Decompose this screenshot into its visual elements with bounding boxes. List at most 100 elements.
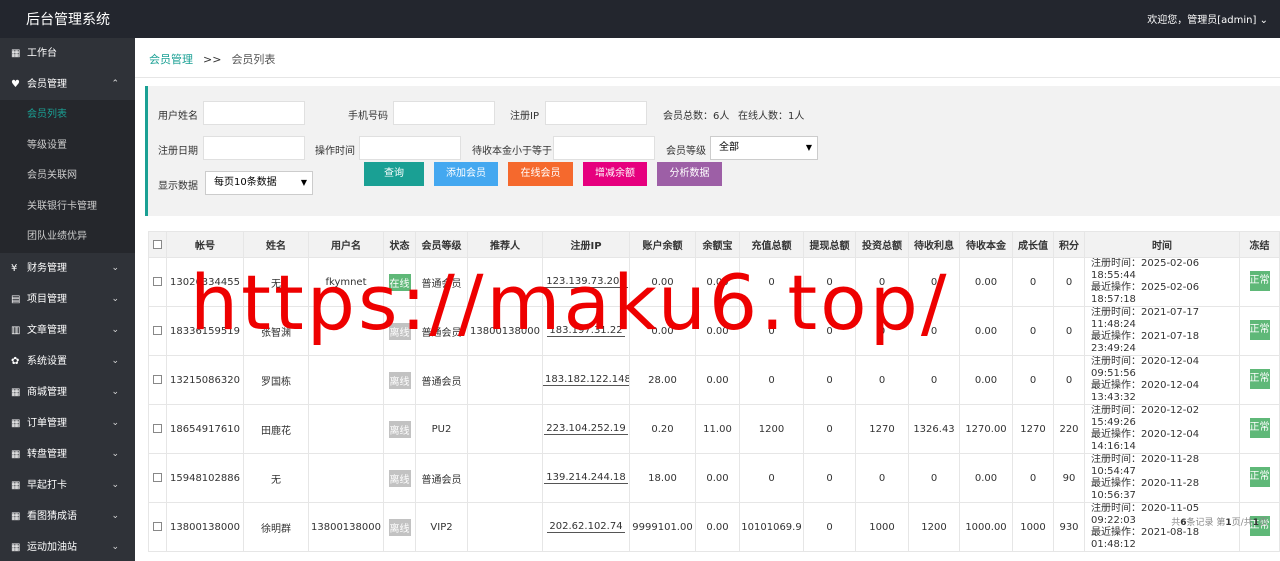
referrer-cell — [467, 453, 543, 503]
sidebar-item-10[interactable]: ▦ 看图猜成语 ⌄ — [0, 501, 135, 532]
column-header: 姓名 — [243, 231, 309, 258]
query-button[interactable]: 查询 — [364, 162, 424, 186]
freeze-toggle-button[interactable]: 正常 — [1249, 270, 1270, 291]
ip-link[interactable]: 223.104.252.19 — [544, 423, 628, 435]
username-input[interactable] — [203, 101, 305, 125]
sidebar-item-2[interactable]: ¥ 财务管理 ⌄ — [0, 253, 135, 284]
submenu-item-4[interactable]: 团队业绩优异 — [0, 222, 135, 253]
recharge-cell: 0 — [739, 257, 804, 307]
sidebar-item-6[interactable]: ▦ 商城管理 ⌄ — [0, 377, 135, 408]
ip-link[interactable]: 139.214.244.18 — [544, 472, 628, 484]
sidebar-item-4[interactable]: ▥ 文章管理 ⌄ — [0, 315, 135, 346]
member-icon: ♥ — [11, 79, 20, 90]
sidebar-item-label: 商城管理 — [27, 386, 67, 398]
row-checkbox[interactable] — [153, 277, 162, 286]
add-member-button[interactable]: 添加会员 — [434, 162, 498, 186]
submenu-item-2[interactable]: 会员关联网 — [0, 161, 135, 192]
sidebar-item-1[interactable]: ♥ 会员管理 ⌃ — [0, 69, 135, 100]
submenu-item-0[interactable]: 会员列表 — [0, 100, 135, 131]
breadcrumb-parent[interactable]: 会员管理 — [149, 53, 193, 66]
reg-date-input[interactable] — [203, 136, 305, 160]
user-menu[interactable]: 欢迎您，管理员[admin] ⌄ — [1147, 11, 1268, 26]
display-select[interactable]: 每页10条数据 ▼ — [205, 171, 313, 195]
row-checkbox[interactable] — [153, 522, 162, 531]
select-all-checkbox-cell — [148, 231, 167, 258]
table-row: 18654917610 田鹿花 离线 PU2 223.104.252.19 0.20 11.… — [148, 404, 1280, 454]
chevron-icon: ⌄ — [111, 541, 119, 552]
row-checkbox[interactable] — [153, 473, 162, 482]
chevron-icon: ⌄ — [111, 355, 119, 366]
adjust-balance-button[interactable]: 增减余额 — [583, 162, 647, 186]
chevron-icon: ⌄ — [111, 386, 119, 397]
time-cell: 注册时间：2020-12-04 09:51:56 最近操作：2020-12-04 … — [1084, 355, 1240, 405]
invest-cell: 0 — [855, 306, 909, 356]
invest-cell: 0 — [855, 257, 909, 307]
level-label: 会员等级 — [666, 146, 706, 157]
row-checkbox[interactable] — [153, 326, 162, 335]
withdraw-cell: 0 — [803, 502, 856, 552]
sidebar-item-9[interactable]: ▦ 早起打卡 ⌄ — [0, 470, 135, 501]
username-cell — [308, 306, 384, 356]
sidebar-item-5[interactable]: ✿ 系统设置 ⌄ — [0, 346, 135, 377]
pager-prefix: 共 — [1171, 518, 1181, 528]
sidebar-item-8[interactable]: ▦ 转盘管理 ⌄ — [0, 439, 135, 470]
shop-icon: ▦ — [11, 386, 21, 398]
account-cell: 13215086320 — [166, 355, 244, 405]
sidebar-item-0[interactable]: ▦ 工作台 — [0, 38, 135, 69]
pending-label: 待收本金小于等于 — [472, 146, 552, 157]
withdraw-cell: 0 — [803, 355, 856, 405]
column-header: 用户名 — [308, 231, 384, 258]
sidebar-item-label: 工作台 — [27, 48, 57, 59]
account-cell: 15948102886 — [166, 453, 244, 503]
chevron-icon: ⌄ — [111, 417, 119, 428]
submenu: 会员列表 等级设置 会员关联网 关联银行卡管理 团队业绩优异 — [0, 100, 135, 253]
account-cell: 13800138000 — [166, 502, 244, 552]
interest-cell: 0 — [908, 453, 960, 503]
last-op-time: 最近操作：2020-12-04 14:16:14 — [1091, 429, 1200, 452]
column-header: 投资总额 — [855, 231, 909, 258]
sidebar-item-7[interactable]: ▦ 订单管理 ⌄ — [0, 408, 135, 439]
time-cell: 注册时间：2021-07-17 11:48:24 最近操作：2021-07-18 … — [1084, 306, 1240, 356]
row-checkbox[interactable] — [153, 424, 162, 433]
freeze-cell: 正常 — [1239, 355, 1280, 405]
sidebar-item-11[interactable]: ▦ 运动加油站 ⌄ — [0, 532, 135, 561]
withdraw-cell: 0 — [803, 404, 856, 454]
freeze-toggle-button[interactable]: 正常 — [1249, 368, 1270, 389]
column-header: 待收利息 — [908, 231, 960, 258]
ip-link[interactable]: 183.197.31.22 — [547, 325, 625, 337]
row-checkbox[interactable] — [153, 375, 162, 384]
growth-cell: 0 — [1012, 453, 1054, 503]
ip-link[interactable]: 183.182.122.148 — [543, 374, 629, 386]
freeze-toggle-button[interactable]: 正常 — [1249, 466, 1270, 487]
analyze-data-button[interactable]: 分析数据 — [657, 162, 722, 186]
column-header: 账户余额 — [629, 231, 696, 258]
select-all-checkbox[interactable] — [153, 239, 162, 249]
yuebao-cell: 11.00 — [695, 404, 740, 454]
sidebar-item-3[interactable]: ▤ 项目管理 ⌄ — [0, 284, 135, 315]
submenu-item-3[interactable]: 关联银行卡管理 — [0, 192, 135, 223]
sidebar: ▦ 工作台 ♥ 会员管理 ⌃ 会员列表 等级设置 会员关联网 关联银行卡管理 团队业绩优异 ¥ 财务管… — [0, 38, 135, 561]
freeze-toggle-button[interactable]: 正常 — [1249, 417, 1270, 438]
row-checkbox-cell — [148, 306, 167, 356]
column-header: 推荐人 — [467, 231, 543, 258]
checkin-icon: ▦ — [11, 479, 21, 491]
level-select[interactable]: 全部 ▼ — [710, 136, 818, 160]
chevron-icon: ⌄ — [111, 510, 119, 521]
last-op-time: 最近操作：2021-08-18 01:48:12 — [1091, 527, 1200, 550]
balance-cell: 28.00 — [629, 355, 696, 405]
op-time-input[interactable] — [359, 136, 461, 160]
phone-input[interactable] — [393, 101, 495, 125]
online-members-button[interactable]: 在线会员 — [508, 162, 573, 186]
sidebar-item-label: 财务管理 — [27, 262, 67, 274]
ip-cell: 123.139.73.203 — [542, 257, 630, 307]
points-cell: 0 — [1053, 306, 1085, 356]
puzzle-icon: ▦ — [11, 510, 21, 522]
ip-input[interactable] — [545, 101, 647, 125]
divider — [135, 77, 1280, 78]
ip-link[interactable]: 202.62.102.74 — [547, 521, 625, 533]
pending-input[interactable] — [553, 136, 655, 160]
project-icon: ▤ — [11, 293, 21, 305]
freeze-toggle-button[interactable]: 正常 — [1249, 319, 1270, 340]
ip-link[interactable]: 123.139.73.203 — [544, 276, 628, 288]
submenu-item-1[interactable]: 等级设置 — [0, 131, 135, 162]
